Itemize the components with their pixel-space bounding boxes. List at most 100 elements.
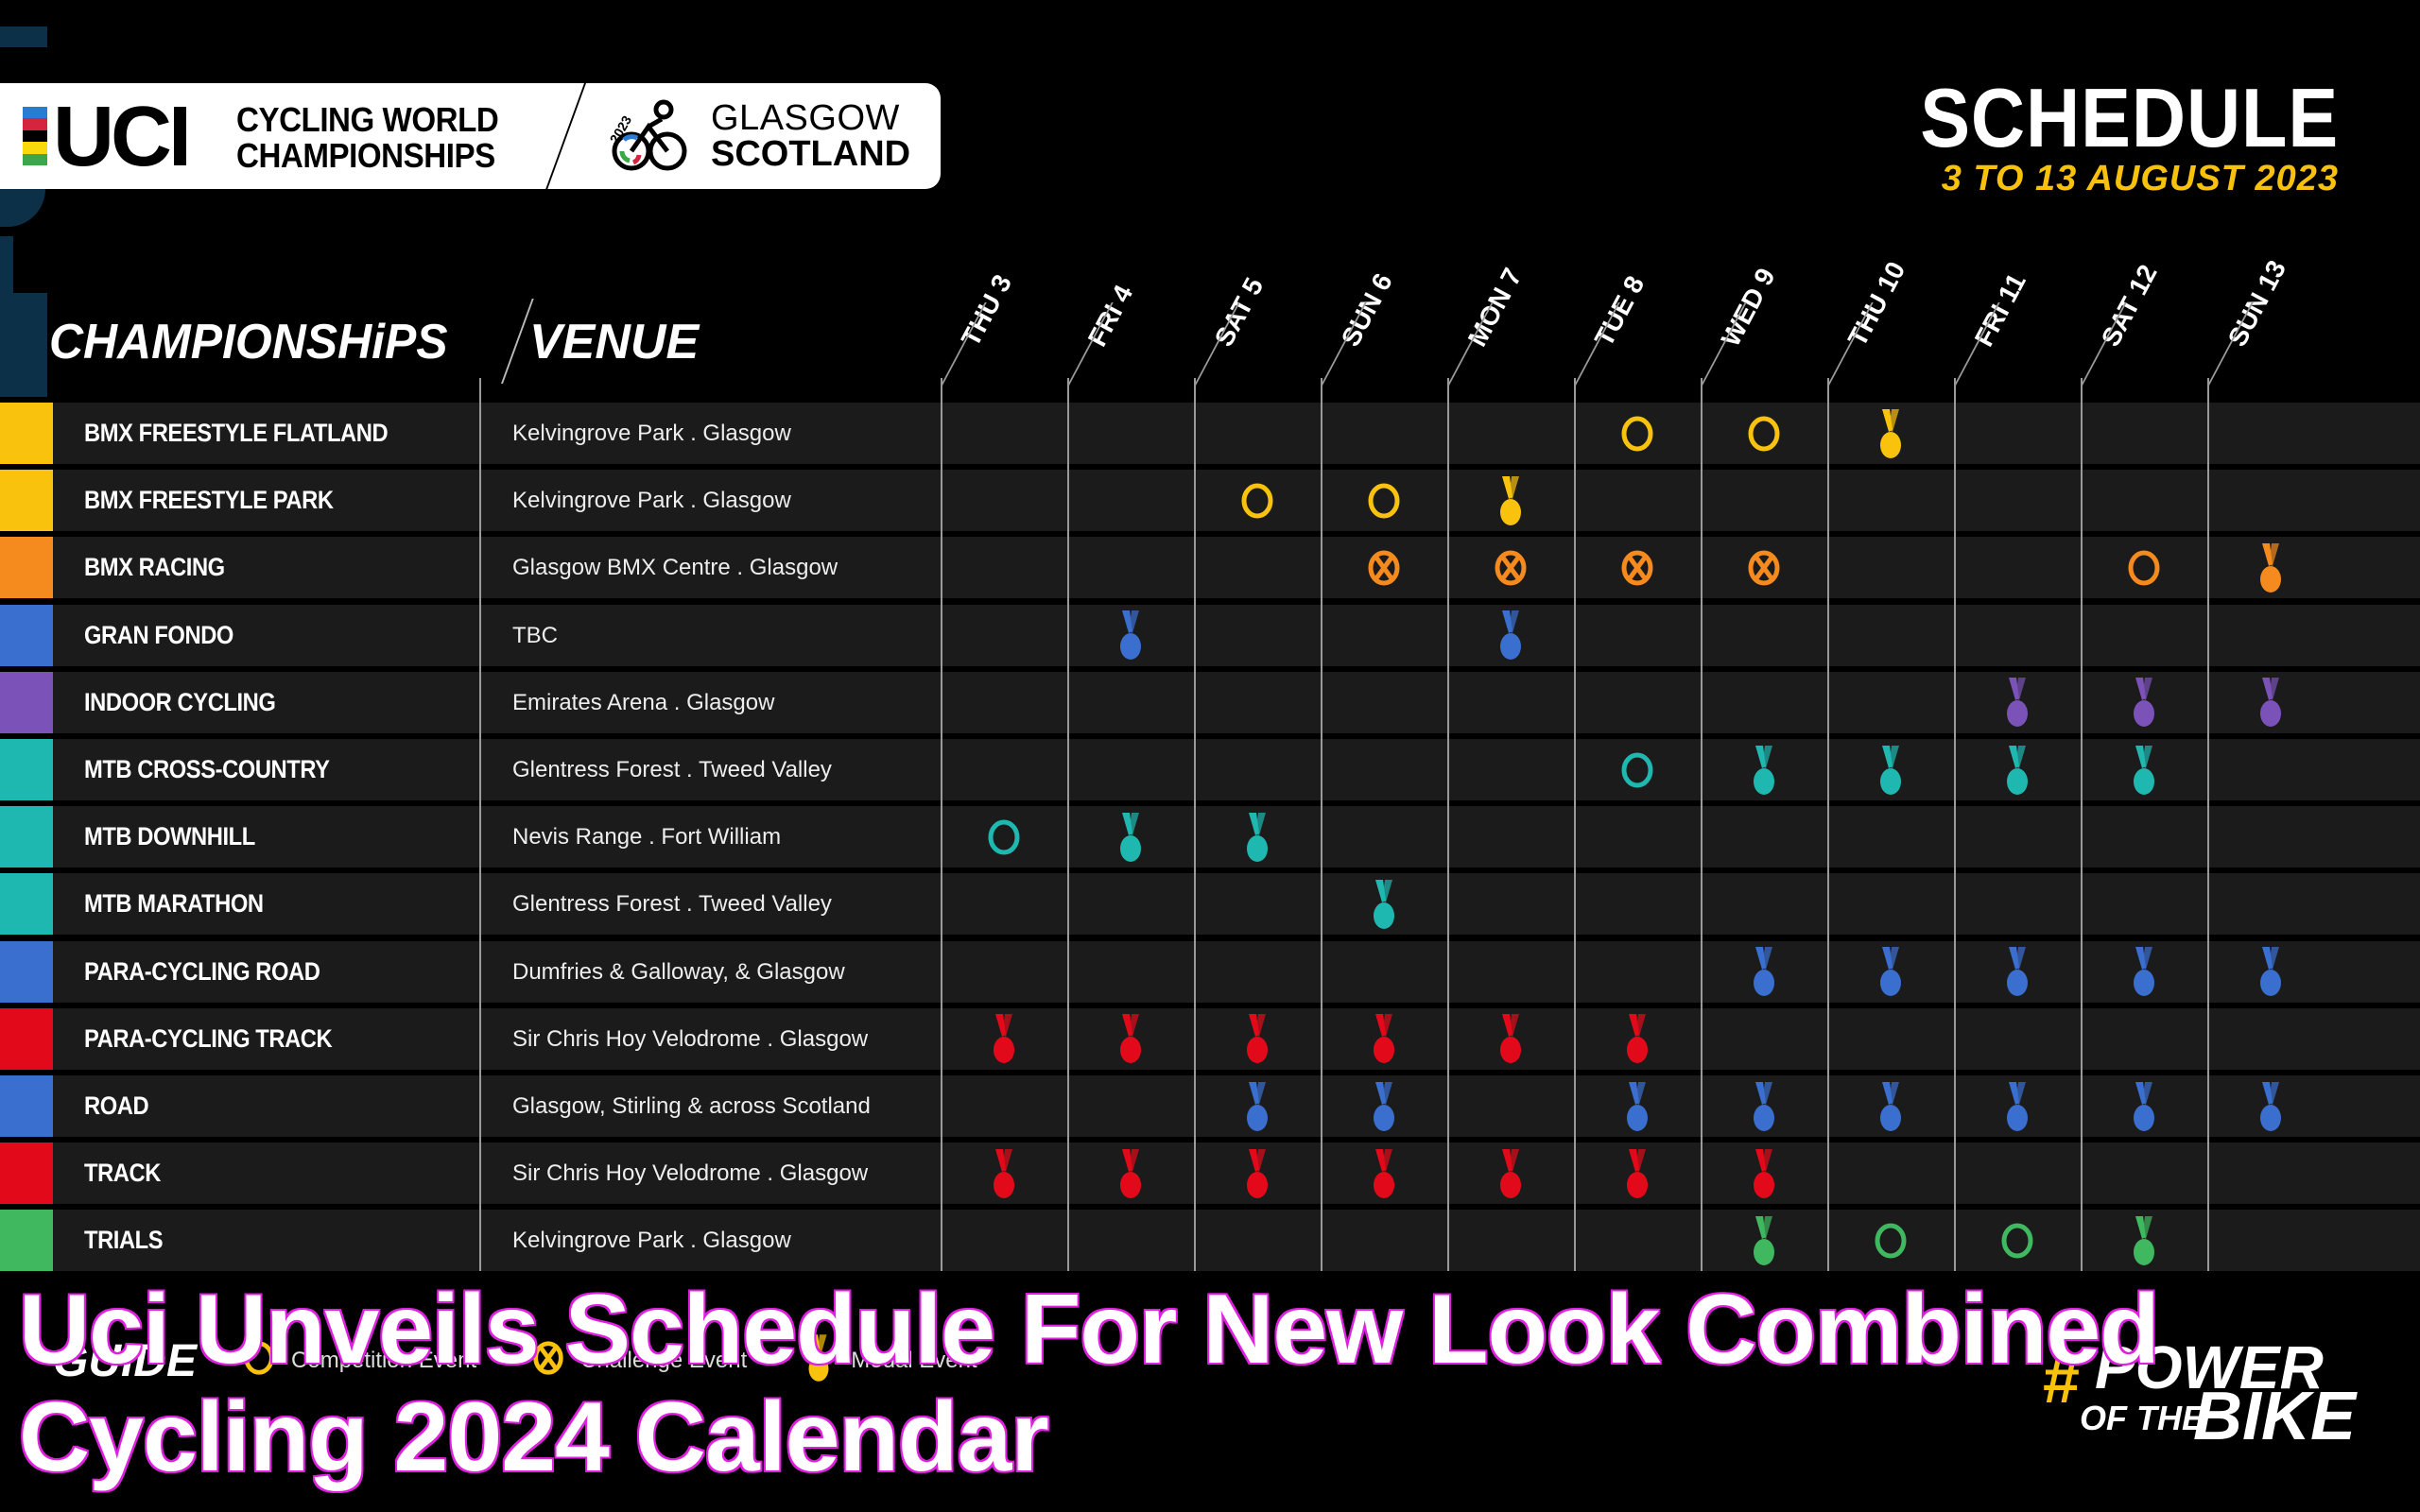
medal-event-icon <box>1067 806 1194 868</box>
medal-event-icon <box>1954 672 2081 733</box>
column-header-championships: CHAMPIONSHiPS <box>49 315 448 369</box>
championship-name: MTB MARATHON <box>84 889 264 919</box>
championship-name: GRAN FONDO <box>84 620 233 649</box>
discipline-color-swatch <box>0 671 53 733</box>
medal-event-icon <box>2081 672 2207 733</box>
event-name-line1: CYCLING WORLD <box>236 100 499 139</box>
medal-event-icon <box>1321 1075 1447 1137</box>
medal-event-icon <box>1827 1075 1954 1137</box>
medal-event-icon <box>1321 1008 1447 1070</box>
medal-event-icon <box>1194 1008 1321 1070</box>
medal-event-icon <box>1954 1075 2081 1137</box>
day-column-divider <box>2207 378 2209 1272</box>
championship-name: BMX FREESTYLE FLATLAND <box>84 419 389 447</box>
medal-event-icon <box>1574 1143 1701 1204</box>
table-row: GRAN FONDO TBC <box>0 604 2420 666</box>
date-range: 3 TO 13 AUGUST 2023 <box>1941 159 2339 198</box>
medal-event-icon <box>1067 1143 1194 1204</box>
discipline-color-swatch <box>0 1143 53 1205</box>
day-column-divider <box>1827 378 1829 1272</box>
competition-event-icon <box>1827 1210 1954 1271</box>
discipline-color-swatch <box>0 470 53 532</box>
medal-event-icon <box>941 1008 1067 1070</box>
table-row: BMX FREESTYLE FLATLAND Kelvingrove Park .… <box>0 403 2420 464</box>
table-row: MTB CROSS-COUNTRY Glentress Forest . Twee… <box>0 739 2420 800</box>
challenge-event-icon <box>1447 537 1574 598</box>
venue-name: TBC <box>512 622 558 648</box>
medal-event-icon <box>1447 470 1574 531</box>
championship-name: PARA-CYCLING ROAD <box>84 956 320 986</box>
discipline-color-swatch <box>0 1075 53 1137</box>
championship-name: BMX FREESTYLE PARK <box>84 486 334 515</box>
discipline-color-swatch <box>0 873 53 936</box>
medal-event-icon <box>1194 1075 1321 1137</box>
venue-name: Glasgow BMX Centre . Glasgow <box>512 555 838 581</box>
table-row: INDOOR CYCLING Emirates Arena . Glasgow <box>0 671 2420 733</box>
host-city-name: GLASGOW <box>711 98 900 138</box>
column-header-venue: VENUE <box>529 315 700 369</box>
svg-text:2023: 2023 <box>607 112 635 146</box>
competition-event-icon <box>941 806 1067 868</box>
venue-name: Glentress Forest . Tweed Valley <box>512 891 832 918</box>
medal-event-icon <box>941 1143 1067 1204</box>
medal-event-icon <box>1067 1008 1194 1070</box>
discipline-color-swatch <box>0 739 53 800</box>
medal-event-icon <box>2207 672 2334 733</box>
medal-event-icon <box>1701 1075 1827 1137</box>
venue-name: Sir Chris Hoy Velodrome . Glasgow <box>512 1025 869 1052</box>
day-header: WED 9 <box>1701 264 1827 386</box>
medal-event-icon <box>1827 403 1954 464</box>
challenge-event-icon <box>1321 537 1447 598</box>
event-name-line2: CHAMPIONSHIPS <box>236 136 495 175</box>
venue-name: Kelvingrove Park . Glasgow <box>512 421 791 446</box>
day-header: SUN 6 <box>1321 268 1447 386</box>
table-row: BMX RACING Glasgow BMX Centre . Glasgow <box>0 537 2420 599</box>
challenge-event-icon <box>1701 537 1827 598</box>
day-column-divider <box>2081 378 2083 1272</box>
day-header: SUN 13 <box>2207 255 2334 386</box>
discipline-color-swatch <box>0 1007 53 1070</box>
medal-event-icon <box>1574 1075 1701 1137</box>
competition-event-icon <box>1574 739 1701 800</box>
page-title: SCHEDULE <box>1920 71 2339 164</box>
table-row: MTB DOWNHILL Nevis Range . Fort William <box>0 806 2420 868</box>
rainbow-stripes-icon <box>23 107 47 165</box>
medal-event-icon <box>1447 1143 1574 1204</box>
day-column-divider <box>1701 378 1703 1272</box>
medal-event-icon <box>2207 1075 2334 1137</box>
championship-name: BMX RACING <box>84 553 225 582</box>
table-row: TRACK Sir Chris Hoy Velodrome . Glasgow <box>0 1143 2420 1205</box>
venue-name: Sir Chris Hoy Velodrome . Glasgow <box>512 1160 869 1187</box>
medal-event-icon <box>1954 739 2081 800</box>
medal-event-icon <box>2081 941 2207 1003</box>
day-header: TUE 8 <box>1574 271 1701 386</box>
medal-event-icon <box>1827 739 1954 800</box>
table-row: PARA-CYCLING TRACK Sir Chris Hoy Velodrom… <box>0 1007 2420 1070</box>
championship-name: INDOOR CYCLING <box>84 687 276 716</box>
medal-event-icon <box>2081 739 2207 800</box>
venue-name: Nevis Range . Fort William <box>512 824 782 850</box>
medal-event-icon <box>2081 1075 2207 1137</box>
day-column-divider <box>1954 378 1956 1272</box>
day-header: MON 7 <box>1447 264 1574 386</box>
table-row: TRIALS Kelvingrove Park . Glasgow <box>0 1210 2420 1272</box>
discipline-color-swatch <box>0 403 53 464</box>
day-header: THU 10 <box>1827 257 1954 386</box>
competition-event-icon <box>1194 470 1321 531</box>
medal-event-icon <box>1321 1143 1447 1204</box>
competition-event-icon <box>1701 403 1827 464</box>
challenge-event-icon <box>1574 537 1701 598</box>
venue-name: Dumfries & Galloway, & Glasgow <box>512 958 845 985</box>
venue-name: Glasgow, Stirling & across Scotland <box>512 1093 871 1119</box>
discipline-color-swatch <box>0 806 53 868</box>
day-column-divider <box>1067 378 1069 1272</box>
event-name: CYCLING WORLD CHAMPIONSHIPS <box>236 100 499 175</box>
medal-event-icon <box>2207 537 2334 598</box>
venue-name: Kelvingrove Park . Glasgow <box>512 488 791 514</box>
medal-event-icon <box>1194 806 1321 868</box>
championship-name: PARA-CYCLING TRACK <box>84 1023 333 1053</box>
medal-event-icon <box>1447 605 1574 666</box>
table-row: MTB MARATHON Glentress Forest . Tweed Val… <box>0 873 2420 936</box>
medal-event-icon <box>1701 941 1827 1003</box>
medal-event-icon <box>1447 1008 1574 1070</box>
